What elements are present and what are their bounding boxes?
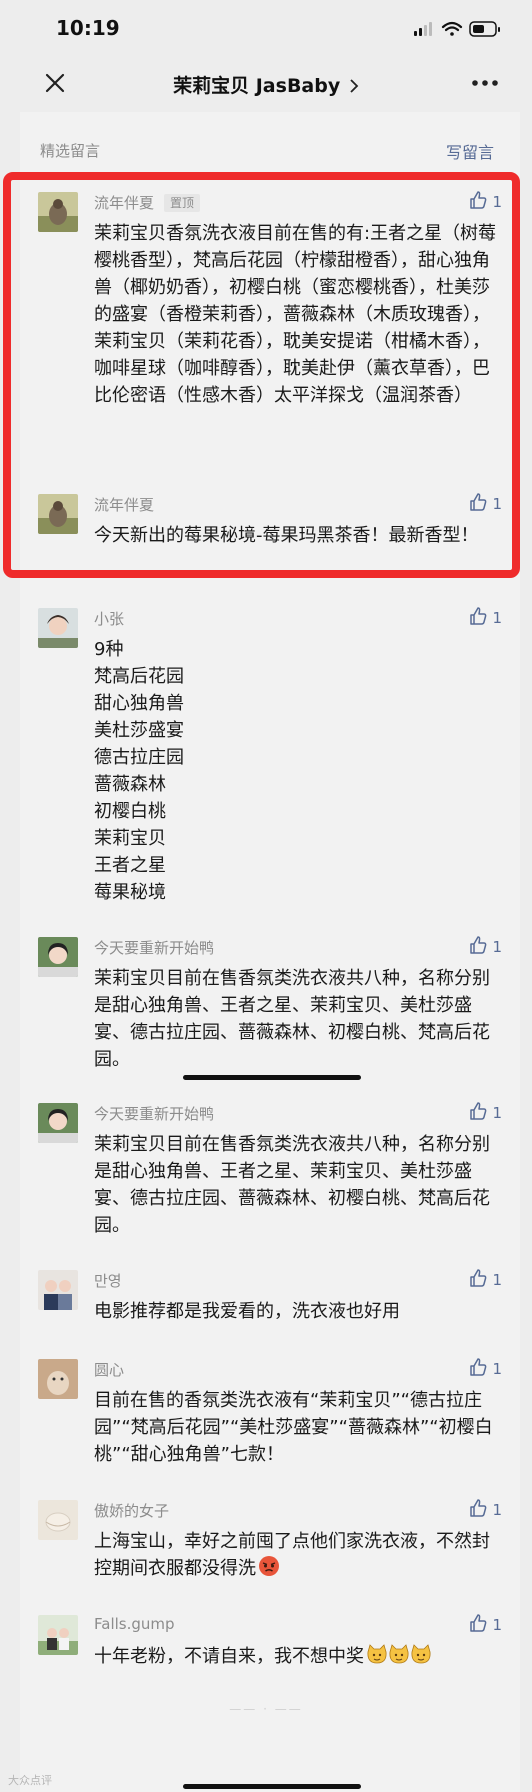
comment-text: 今天新出的莓果秘境-莓果玛黑茶香！最新香型！ (94, 525, 479, 546)
avatar[interactable] (38, 1103, 78, 1143)
list-end-marker: —— · —— (229, 1702, 303, 1716)
thumbs-up-icon (470, 1102, 487, 1120)
nav-bar: 茉莉宝贝 JasBaby (0, 58, 532, 112)
like-count: 1 (492, 1104, 502, 1122)
comment-text: 茉莉宝贝香氛洗衣液目前在售的有:王者之星（树莓樱桃香型），梵高后花园（柠檬甜橙香… (94, 223, 497, 406)
section-header: 精选留言 (40, 142, 101, 160)
comment-nickname: 今天要重新开始鸭 (94, 939, 215, 957)
avatar[interactable] (38, 608, 78, 648)
comment-nickname: 流年伴夏 (94, 496, 155, 514)
comment-text: 茉莉宝贝目前在售香氛类洗衣液共八种，名称分别是甜心独角兽、王者之星、茉莉宝贝、美… (94, 1134, 490, 1236)
avatar[interactable] (38, 1615, 78, 1655)
status-icons (414, 21, 500, 37)
comment-text: 茉莉宝贝目前在售香氛类洗衣液共八种，名称分别是甜心独角兽、王者之星、茉莉宝贝、美… (94, 968, 490, 1070)
more-icon[interactable] (468, 70, 502, 96)
avatar[interactable] (38, 937, 78, 977)
write-comment-link[interactable]: 写留言 (446, 139, 494, 163)
comment-nickname: 流年伴夏 置顶 (94, 192, 201, 213)
like-count: 1 (492, 609, 502, 627)
thumbs-up-icon (470, 607, 487, 625)
avatar[interactable] (38, 1359, 78, 1399)
comment-text: 上海宝山，幸好之前囤了点他们家洗衣液，不然封控期间衣服都没得洗 (94, 1531, 490, 1579)
comment-nickname: 傲娇的女子 (94, 1502, 170, 1520)
like-count: 1 (492, 1501, 502, 1519)
comment-nickname: Falls.gump (94, 1615, 175, 1633)
like-button[interactable]: 1 (468, 1268, 502, 1290)
like-button[interactable]: 1 (468, 935, 502, 957)
like-button[interactable]: 1 (468, 1498, 502, 1520)
like-button[interactable]: 1 (468, 492, 502, 514)
comment-text: 十年老粉，不请自来，我不想中奖 (94, 1643, 504, 1670)
like-count: 1 (492, 1616, 502, 1634)
chevron-right-icon (350, 79, 359, 93)
home-indicator[interactable] (183, 1784, 361, 1789)
comment-text: 目前在售的香氛类洗衣液有“茉莉宝贝”“德古拉庄园”“梵高后花园”“美杜莎盛宴”“… (94, 1390, 493, 1465)
like-button[interactable]: 1 (468, 1613, 502, 1635)
watermark: 大众点评 (8, 1774, 52, 1787)
thumbs-up-icon (470, 1499, 487, 1517)
scroll-indicator[interactable] (183, 1075, 361, 1080)
account-title-link[interactable]: 茉莉宝贝 JasBaby (0, 71, 532, 98)
like-count: 1 (492, 1360, 502, 1378)
account-name: 茉莉宝贝 JasBaby (173, 75, 341, 97)
status-bar: 10:19 (0, 0, 532, 58)
status-time: 10:19 (56, 16, 120, 40)
like-button[interactable]: 1 (468, 190, 502, 212)
angry-face-emoji-icon (259, 1556, 279, 1576)
signal-icon (414, 22, 432, 36)
like-button[interactable]: 1 (468, 606, 502, 628)
like-button[interactable]: 1 (468, 1101, 502, 1123)
pinned-badge: 置顶 (164, 194, 201, 212)
thumbs-up-icon (470, 1358, 487, 1376)
like-count: 1 (492, 193, 502, 211)
like-button[interactable]: 1 (468, 1357, 502, 1379)
comment-text: 电影推荐都是我爱看的，洗衣液也好用 (94, 1301, 400, 1322)
cat-face-emoji-icon (367, 1644, 431, 1664)
thumbs-up-icon (470, 1614, 487, 1632)
battery-icon (469, 21, 500, 37)
avatar[interactable] (38, 1500, 78, 1540)
thumbs-up-icon (470, 1269, 487, 1287)
like-count: 1 (492, 495, 502, 513)
thumbs-up-icon (470, 191, 487, 209)
comment-nickname: 圆心 (94, 1361, 125, 1379)
comment-nickname: 今天要重新开始鸭 (94, 1105, 215, 1123)
avatar[interactable] (38, 494, 78, 534)
comment-nickname: 小张 (94, 610, 125, 628)
like-count: 1 (492, 1271, 502, 1289)
avatar[interactable] (38, 1270, 78, 1310)
wifi-icon (441, 21, 463, 36)
like-count: 1 (492, 938, 502, 956)
avatar[interactable] (38, 192, 78, 232)
comment-text: 9种 梵高后花园 甜心独角兽 美杜莎盛宴 德古拉庄园 蔷薇森林 初樱白桃 茉莉宝… (94, 639, 184, 903)
comment-nickname: 만영 (94, 1272, 122, 1290)
thumbs-up-icon (470, 936, 487, 954)
thumbs-up-icon (470, 493, 487, 511)
